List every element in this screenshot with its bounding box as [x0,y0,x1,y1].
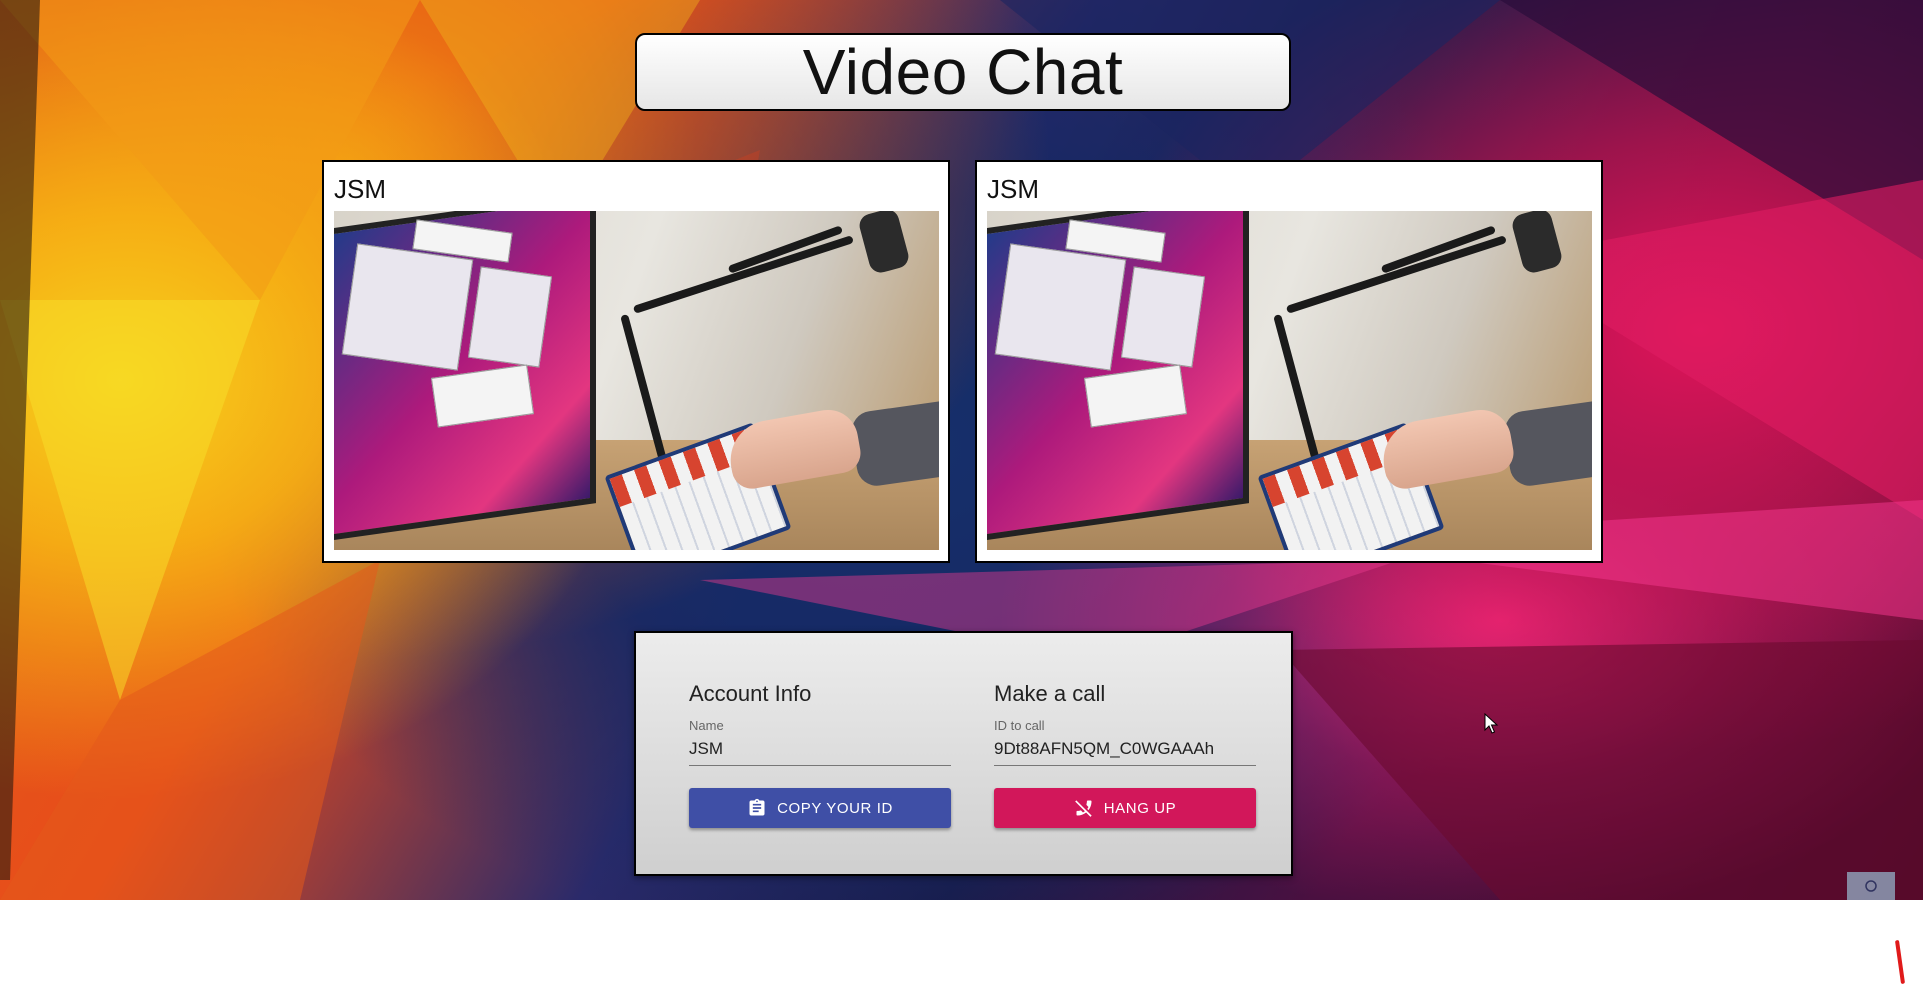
app-title-box: Video Chat [635,33,1291,111]
copy-id-button[interactable]: COPY YOUR ID [689,788,951,828]
desktop-background: Video Chat JSM JSM Account Info Name JSM… [0,0,1923,900]
video-caller-name: JSM [987,174,1039,204]
id-to-call-field: ID to call [994,718,1256,766]
video-caller-name: JSM [334,174,386,204]
video-stream-local [334,211,939,550]
js-logo-icon [1865,880,1877,892]
app-title: Video Chat [802,36,1124,108]
name-input[interactable] [689,737,951,766]
annotation-mark [1894,939,1906,985]
account-info-heading: Account Info [689,681,812,706]
make-call-heading: Make a call [994,681,1106,706]
corner-logo-icon [1847,872,1895,900]
clipboard-icon [749,798,765,816]
name-label: Name [689,718,724,733]
copy-id-label: COPY YOUR ID [777,799,893,817]
id-to-call-label: ID to call [994,718,1045,733]
video-card-remote: JSM [975,160,1603,563]
make-call-section: Make a call ID to call HANG UP [994,681,1256,828]
video-stream-remote [987,211,1592,550]
options-panel: Account Info Name COPY YOUR ID Make a ca… [634,631,1293,876]
name-field: Name [689,718,951,766]
mouse-pointer-icon [1484,713,1499,734]
account-info-section: Account Info Name COPY YOUR ID [689,681,951,828]
video-card-local: JSM [322,160,950,563]
hang-up-label: HANG UP [1103,799,1177,817]
phone-disabled-icon [1074,800,1092,817]
id-to-call-input[interactable] [994,737,1256,766]
hang-up-button[interactable]: HANG UP [994,788,1256,828]
